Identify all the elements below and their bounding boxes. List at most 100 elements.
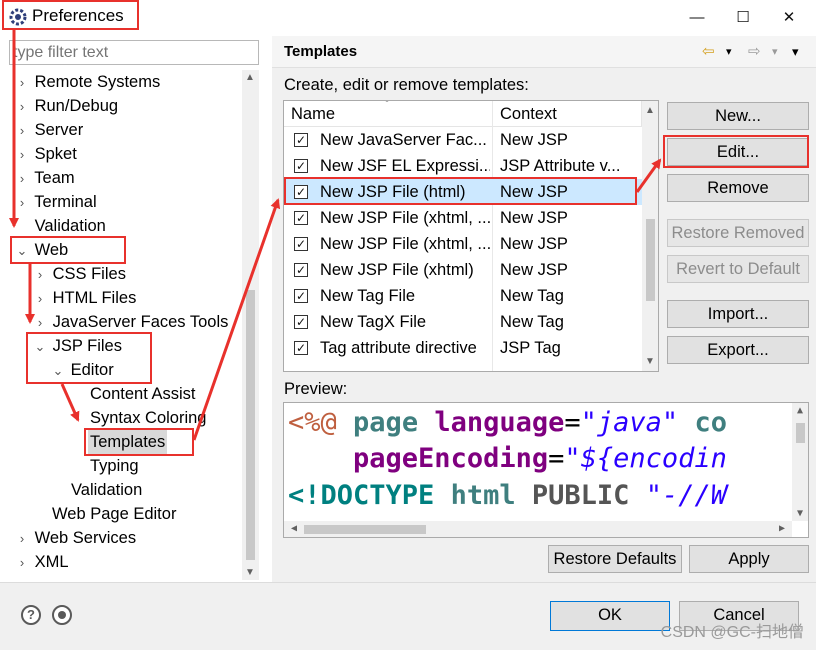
row-checkbox[interactable]: ✓ [294, 211, 308, 225]
annotation-box-title [2, 0, 139, 30]
tree-item-run-debug[interactable]: › Run/Debug [14, 94, 118, 118]
preview-vscroll-thumb[interactable] [796, 423, 805, 443]
import-button[interactable]: Import... [667, 300, 809, 328]
tree-scroll-thumb[interactable] [246, 290, 255, 560]
forward-arrow-icon[interactable]: ⇨ [748, 42, 761, 60]
tree-label: HTML Files [52, 289, 137, 307]
chevron-right-icon[interactable]: › [14, 71, 30, 95]
template-context: New JSP [500, 261, 568, 279]
chevron-right-icon[interactable]: › [32, 287, 48, 311]
restore-removed-button[interactable]: Restore Removed [667, 219, 809, 247]
new-button[interactable]: New... [667, 102, 809, 130]
tree-item-css-files[interactable]: › CSS Files [32, 262, 126, 286]
revert-to-default-button[interactable]: Revert to Default [667, 255, 809, 283]
row-checkbox[interactable]: ✓ [294, 315, 308, 329]
annotation-box-template-row [284, 177, 637, 205]
view-menu-icon[interactable]: ▾ [792, 44, 799, 60]
code-token: page [353, 407, 419, 438]
chevron-right-icon[interactable]: › [32, 263, 48, 287]
table-row[interactable]: ✓ New JSF EL Expressi... JSP Attribute v..… [284, 153, 642, 179]
preview-hscroll-thumb[interactable] [304, 525, 426, 534]
tree-item-content-assist[interactable]: Content Assist [90, 382, 195, 406]
tree-item-syntax-coloring[interactable]: Syntax Coloring [90, 406, 206, 430]
code-token: DOCTYPE [320, 480, 435, 511]
table-scroll-thumb[interactable] [646, 219, 655, 301]
row-checkbox[interactable]: ✓ [294, 289, 308, 303]
remove-button[interactable]: Remove [667, 174, 809, 202]
tree-item-validation-web[interactable]: Validation [71, 478, 142, 502]
apply-button[interactable]: Apply [689, 545, 809, 573]
tree-item-javaserver-faces-tools[interactable]: › JavaServer Faces Tools [32, 310, 229, 334]
filter-input[interactable] [9, 40, 259, 65]
back-arrow-icon[interactable]: ⇦ [702, 42, 715, 60]
tree-item-html-files[interactable]: › HTML Files [32, 286, 137, 311]
back-menu-icon[interactable]: ▾ [726, 45, 732, 58]
import-export-preferences-icon[interactable] [52, 605, 72, 625]
chevron-right-icon[interactable]: › [14, 527, 30, 551]
scroll-down-icon[interactable]: ▼ [792, 508, 808, 519]
row-checkbox[interactable]: ✓ [294, 159, 308, 173]
chevron-right-icon[interactable]: › [14, 551, 30, 575]
annotation-box-edit [663, 135, 809, 168]
scroll-down-icon[interactable]: ▼ [642, 356, 658, 367]
table-row[interactable]: ✓ New Tag File New Tag [284, 283, 642, 309]
column-header-name[interactable]: Name ﹀ [284, 101, 493, 127]
tree-label: Content Assist [90, 385, 196, 403]
scroll-right-icon[interactable]: ▶ [774, 523, 790, 534]
tree-item-xml[interactable]: › XML [14, 550, 69, 574]
template-name: New JSP File (xhtml, ... [320, 209, 490, 227]
tree-item-spket[interactable]: › Spket [14, 142, 77, 166]
tree-item-typing[interactable]: Typing [90, 454, 139, 478]
scroll-up-icon[interactable]: ▲ [242, 72, 258, 83]
table-row[interactable]: ✓ Tag attribute directive JSP Tag [284, 335, 642, 361]
chevron-right-icon[interactable]: › [14, 119, 30, 143]
export-button[interactable]: Export... [667, 336, 809, 364]
row-checkbox[interactable]: ✓ [294, 237, 308, 251]
code-token: pageEncoding [353, 443, 549, 474]
preview-vscrollbar[interactable]: ▲ ▼ [792, 403, 808, 521]
forward-menu-icon[interactable]: ▾ [772, 45, 778, 58]
preview-pane[interactable]: <%@ page language="java" co pageEncoding… [283, 402, 809, 538]
table-row[interactable]: ✓ New TagX File New Tag [284, 309, 642, 335]
row-checkbox[interactable]: ✓ [294, 263, 308, 277]
tree-scrollbar[interactable]: ▲ ▼ [242, 70, 259, 580]
ok-button[interactable]: OK [550, 601, 670, 631]
tree-label: XML [34, 553, 69, 571]
tree-item-team[interactable]: › Team [14, 166, 75, 190]
chevron-right-icon[interactable]: › [14, 143, 30, 167]
table-row[interactable]: ✓ New JavaServer Fac... New JSP [284, 127, 642, 153]
chevron-right-icon[interactable]: › [14, 95, 30, 119]
tree-item-web-services[interactable]: › Web Services [14, 526, 136, 550]
code-token: co [694, 407, 727, 438]
help-icon[interactable]: ? [21, 605, 41, 625]
tree-item-validation[interactable]: Validation [14, 214, 106, 238]
scroll-left-icon[interactable]: ◀ [286, 523, 302, 534]
tree-item-terminal[interactable]: › Terminal [14, 190, 97, 214]
table-scrollbar[interactable]: ▲ ▼ [642, 101, 658, 371]
maximize-button[interactable]: ☐ [720, 0, 766, 34]
scroll-down-icon[interactable]: ▼ [242, 567, 258, 578]
chevron-right-icon[interactable]: › [14, 167, 30, 191]
table-row[interactable]: ✓ New JSP File (xhtml, ... New JSP [284, 205, 642, 231]
tree-label: Syntax Coloring [90, 409, 207, 427]
scroll-up-icon[interactable]: ▲ [642, 105, 658, 116]
close-button[interactable]: ✕ [766, 0, 812, 34]
column-header-context[interactable]: Context [493, 101, 642, 127]
row-checkbox[interactable]: ✓ [294, 133, 308, 147]
tree-item-web-page-editor[interactable]: Web Page Editor [52, 502, 176, 526]
preview-hscrollbar[interactable]: ◀ ▶ [284, 521, 792, 537]
page-description: Create, edit or remove templates: [284, 76, 529, 94]
tree-item-server[interactable]: › Server [14, 118, 83, 142]
template-context: JSP Attribute v... [500, 157, 621, 175]
chevron-right-icon[interactable]: › [14, 191, 30, 215]
table-row[interactable]: ✓ New JSP File (xhtml) New JSP [284, 257, 642, 283]
tree-label: Team [34, 169, 75, 187]
scroll-up-icon[interactable]: ▲ [792, 405, 808, 416]
tree-label: Run/Debug [34, 97, 119, 115]
minimize-button[interactable]: — [674, 0, 720, 34]
table-row[interactable]: ✓ New JSP File (xhtml, ... New JSP [284, 231, 642, 257]
row-checkbox[interactable]: ✓ [294, 341, 308, 355]
restore-defaults-button[interactable]: Restore Defaults [548, 545, 682, 573]
column-label: Name [291, 105, 336, 123]
tree-item-remote-systems[interactable]: › Remote Systems [14, 70, 160, 94]
